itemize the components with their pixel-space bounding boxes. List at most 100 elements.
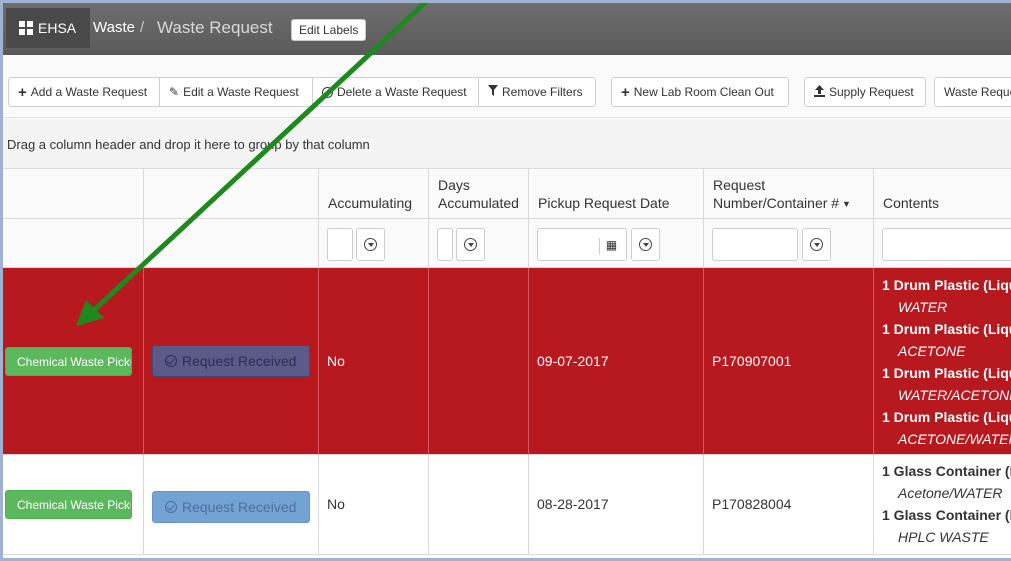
new-lab-room-clean-out-button[interactable]: + New Lab Room Clean Out: [611, 77, 789, 107]
row-2-content-2-container: 1 Glass Container (Liquid): [882, 507, 1011, 523]
header-contents-label: Contents: [883, 195, 940, 211]
contents-filter-input[interactable]: [882, 228, 1011, 261]
edit-waste-request-label: Edit a Waste Request: [183, 85, 299, 99]
row-1-chemical-waste-button[interactable]: Chemical Waste Pickup: [5, 347, 132, 376]
edit-waste-request-button[interactable]: ✎ Edit a Waste Request: [160, 77, 313, 107]
header-cell-status: [144, 169, 319, 219]
row-2-content-1-chemical: Acetone/WATER: [898, 485, 1003, 501]
page-title: Waste Request: [157, 18, 273, 37]
filter-cell-type: [3, 219, 144, 268]
delete-waste-request-button[interactable]: Delete a Waste Request: [313, 77, 479, 107]
header-accumulating[interactable]: Accumulating: [319, 169, 429, 219]
supply-request-label: Supply Request: [829, 85, 914, 99]
check-circle-icon: [165, 355, 177, 367]
breadcrumb-waste-link[interactable]: Waste: [93, 19, 135, 36]
row-1-content-4-container: 1 Drum Plastic (Liquid): [882, 409, 1011, 425]
row-2-chemical-waste-button[interactable]: Chemical Waste Pickup: [5, 490, 132, 519]
sort-descending-icon: ▼: [842, 199, 851, 209]
row-2-status-label: Request Received: [182, 499, 297, 515]
row-1-content-1-container: 1 Drum Plastic (Liquid): [882, 277, 1011, 293]
check-circle-icon: [165, 501, 177, 513]
group-by-drop-area[interactable]: Drag a column header and drop it here to…: [3, 119, 1011, 169]
row-2-content-2-chemical: HPLC WASTE: [898, 529, 989, 545]
row-1-pickup-date: 09-07-2017: [537, 353, 609, 369]
new-lab-room-clean-out-label: New Lab Room Clean Out: [633, 85, 774, 99]
header-contents[interactable]: Contents: [874, 169, 1011, 219]
header-pickup-request-date[interactable]: Pickup Request Date: [529, 169, 704, 219]
filter-cell-contents: [874, 219, 1011, 268]
row-1-content-2-container: 1 Drum Plastic (Liquid): [882, 321, 1011, 337]
add-waste-request-label: Add a Waste Request: [30, 85, 148, 99]
add-waste-request-button[interactable]: + Add a Waste Request: [8, 77, 160, 107]
header-accumulating-label: Accumulating: [328, 195, 413, 211]
row-1-content-3-container: 1 Drum Plastic (Liquid): [882, 365, 1011, 381]
row-1-accumulating-cell: No: [319, 268, 429, 455]
filter-cell-request-number: [704, 219, 874, 268]
brand-home-button[interactable]: EHSA: [6, 8, 90, 48]
header-request-number[interactable]: Request Number/Container # ▼: [704, 169, 874, 219]
row-1-chemical-waste-label: Chemical Waste Pickup: [17, 354, 132, 369]
group-by-hint: Drag a column header and drop it here to…: [7, 137, 370, 152]
edit-labels-button[interactable]: Edit Labels: [291, 19, 367, 41]
row-1-content-4-chemical: ACETONE/WATER: [898, 431, 1011, 447]
row-2-request-number-cell: P170828004: [704, 455, 874, 555]
row-1-content-3-chemical: WATER/ACETONE: [898, 387, 1011, 403]
pickup-date-filter-input[interactable]: ▦: [537, 228, 627, 261]
row-1-status-label: Request Received: [182, 353, 297, 369]
remove-filters-button[interactable]: Remove Filters: [479, 77, 596, 107]
header-pickup-request-date-label: Pickup Request Date: [538, 195, 670, 211]
row-2-pickup-date-cell: 08-28-2017: [529, 455, 704, 555]
row-1-request-received-button[interactable]: Request Received: [152, 345, 310, 377]
header-days-accumulated[interactable]: Days Accumulated: [429, 169, 529, 219]
row-2-request-number: P170828004: [712, 496, 792, 512]
filter-cell-accumulating: [319, 219, 429, 268]
row-2-content-1-container: 1 Glass Container (Liquid): [882, 463, 1011, 479]
row-1-content-2-chemical: ACETONE: [898, 343, 966, 359]
request-number-filter-button[interactable]: [802, 228, 831, 261]
filter-cell-status: [144, 219, 319, 268]
breadcrumb-separator: /: [140, 19, 145, 36]
row-1-contents-cell: 1 Drum Plastic (Liquid) WATER 1 Drum Pla…: [874, 268, 1011, 455]
row-1-accumulating: No: [327, 353, 345, 369]
filter-icon: [488, 85, 498, 99]
row-2-request-received-button[interactable]: Request Received: [152, 491, 310, 523]
calendar-icon[interactable]: ▦: [599, 238, 623, 254]
header-request-number-label: Request Number/Container #: [713, 177, 840, 211]
top-navigation-bar: EHSA Waste / Waste Request Edit Labels: [0, 0, 1011, 55]
waste-request-button[interactable]: Waste Request: [934, 77, 1011, 107]
delete-circle-icon: [322, 86, 333, 98]
pencil-icon: ✎: [169, 85, 180, 99]
row-2-contents-cell: 1 Glass Container (Liquid) Acetone/WATER…: [874, 455, 1011, 555]
days-accumulated-filter-button[interactable]: [456, 228, 485, 261]
filter-cell-pickup-date: ▦: [529, 219, 704, 268]
row-2-status-cell: Request Received: [144, 455, 319, 555]
brand-label: EHSA: [38, 20, 77, 36]
plus-icon: +: [621, 83, 630, 101]
row-1-pickup-date-cell: 09-07-2017: [529, 268, 704, 455]
row-1-content-1-chemical: WATER: [898, 299, 948, 315]
row-2-accumulating-cell: No: [319, 455, 429, 555]
header-days-accumulated-label: Days Accumulated: [438, 177, 519, 211]
row-2-days-accumulated-cell: [429, 455, 529, 555]
accumulating-filter-button[interactable]: [356, 228, 385, 261]
row-1-status-cell: Request Received: [144, 268, 319, 455]
remove-filters-label: Remove Filters: [502, 85, 583, 99]
supply-request-button[interactable]: Supply Request: [804, 77, 926, 107]
row-1-type-cell: Chemical Waste Pickup: [3, 268, 144, 455]
delete-waste-request-label: Delete a Waste Request: [337, 85, 467, 99]
row-2-chemical-waste-label: Chemical Waste Pickup: [17, 497, 132, 512]
row-1-days-accumulated-cell: [429, 268, 529, 455]
request-number-filter-input[interactable]: [712, 228, 798, 261]
accumulating-filter-input[interactable]: [327, 228, 353, 261]
row-1-request-number-cell: P170907001: [704, 268, 874, 455]
apps-grid-icon: [19, 21, 33, 35]
pickup-date-filter-button[interactable]: [631, 228, 660, 261]
header-cell-type: [3, 169, 144, 219]
plus-icon: +: [18, 83, 27, 101]
upload-icon: [814, 84, 825, 100]
filter-cell-days-accumulated: [429, 219, 529, 268]
row-1-request-number: P170907001: [712, 353, 792, 369]
row-2-pickup-date: 08-28-2017: [537, 496, 609, 512]
days-accumulated-filter-input[interactable]: [437, 228, 453, 261]
row-2-type-cell: Chemical Waste Pickup: [3, 455, 144, 555]
